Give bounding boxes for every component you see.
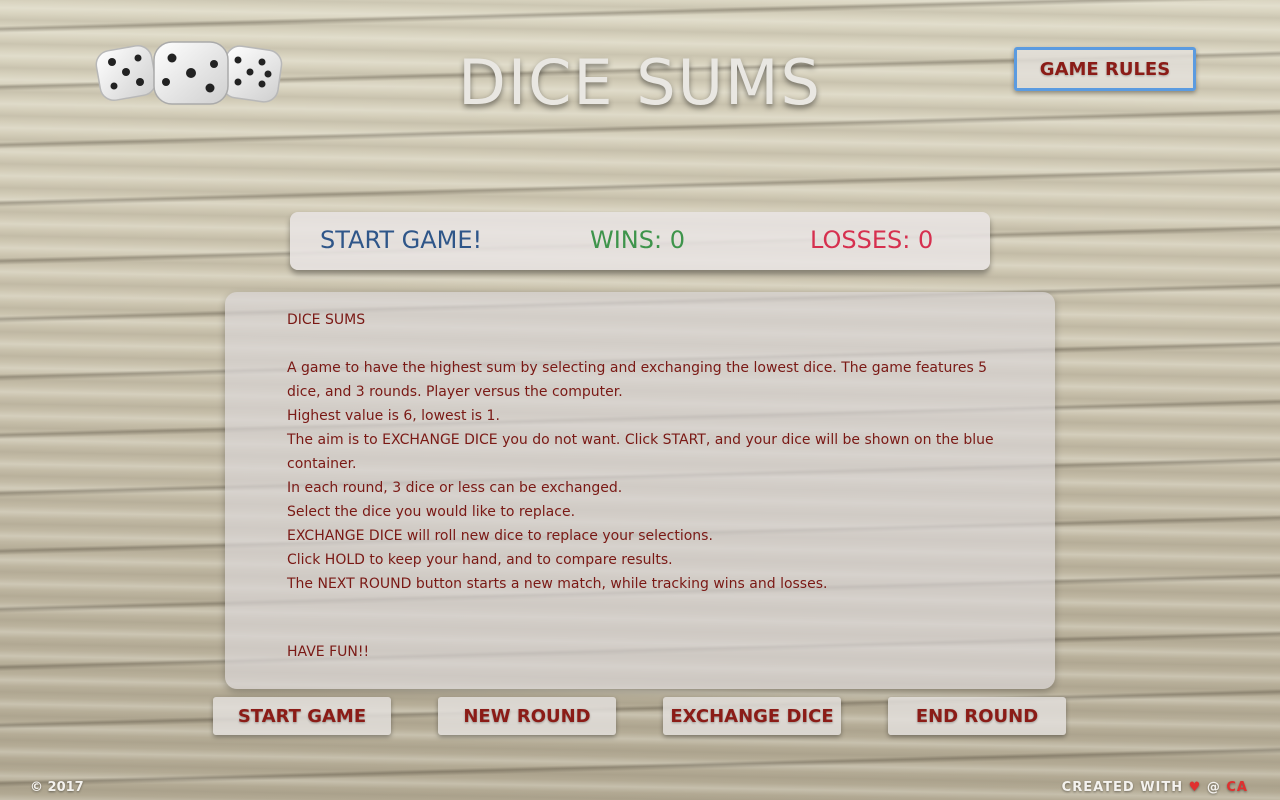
credits-at: @ bbox=[1206, 780, 1221, 795]
author-link[interactable]: CA bbox=[1226, 780, 1248, 795]
rules-line: The aim is to EXCHANGE DICE you do not w… bbox=[287, 432, 994, 472]
losses-counter: LOSSES: 0 bbox=[810, 226, 934, 254]
heart-icon: ♥ bbox=[1188, 780, 1202, 795]
exchange-dice-button[interactable]: EXCHANGE DICE bbox=[663, 697, 841, 735]
scoreboard: START GAME! WINS: 0 LOSSES: 0 bbox=[290, 212, 990, 270]
new-round-button[interactable]: NEW ROUND bbox=[438, 697, 616, 735]
copyright-text: © 2017 bbox=[30, 780, 84, 795]
end-round-button[interactable]: END ROUND bbox=[888, 697, 1066, 735]
wins-counter: WINS: 0 bbox=[590, 226, 685, 254]
rules-line: EXCHANGE DICE will roll new dice to repl… bbox=[287, 528, 713, 544]
rules-closing: HAVE FUN!! bbox=[287, 644, 370, 660]
rules-panel: DICE SUMS A game to have the highest sum… bbox=[225, 292, 1055, 689]
rules-line: In each round, 3 dice or less can be exc… bbox=[287, 480, 623, 496]
start-game-button[interactable]: START GAME bbox=[213, 697, 391, 735]
rules-line: Click HOLD to keep your hand, and to com… bbox=[287, 552, 673, 568]
rules-line: Highest value is 6, lowest is 1. bbox=[287, 408, 500, 424]
rules-line: Select the dice you would like to replac… bbox=[287, 504, 576, 520]
credits: CREATED WITH ♥ @ CA bbox=[1062, 780, 1248, 795]
rules-line: A game to have the highest sum by select… bbox=[287, 360, 988, 400]
game-status-text: START GAME! bbox=[320, 226, 483, 254]
rules-line: The NEXT ROUND button starts a new match… bbox=[287, 576, 828, 592]
game-rules-button[interactable]: GAME RULES bbox=[1014, 47, 1196, 91]
rules-heading: DICE SUMS bbox=[287, 312, 366, 328]
credits-prefix: CREATED WITH bbox=[1061, 780, 1184, 795]
